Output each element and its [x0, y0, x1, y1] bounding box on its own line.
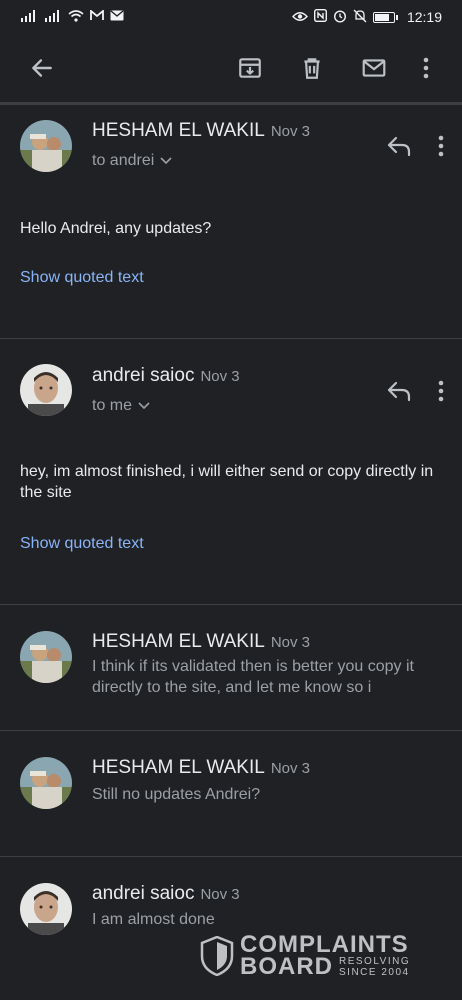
- delete-button[interactable]: [290, 46, 334, 90]
- more-vert-icon: [423, 57, 429, 79]
- message-actions: [386, 379, 446, 403]
- avatar[interactable]: [20, 364, 72, 416]
- archive-icon: [239, 58, 261, 78]
- mute-icon: [353, 9, 367, 26]
- status-left-icons: [20, 9, 124, 25]
- eye-icon: [291, 9, 308, 25]
- sender-name: andrei saioc Nov 3: [92, 883, 240, 905]
- watermark-tag1: RESOLVING: [339, 956, 411, 967]
- gmail-icon: [90, 9, 104, 24]
- recipient-toggle[interactable]: to me: [92, 397, 150, 415]
- sender-name: andrei saioc Nov 3: [92, 365, 240, 387]
- watermark-tag2: SINCE 2004: [339, 967, 410, 978]
- recipient-label: to me: [92, 397, 133, 414]
- nfc-icon: [313, 8, 327, 25]
- clock-time: 12:19: [406, 9, 442, 25]
- message-body: hey, im almost finished, i will either s…: [20, 463, 434, 501]
- archive-button[interactable]: [228, 46, 272, 90]
- sender-name: HESHAM EL WAKIL Nov 3: [92, 631, 310, 653]
- sender-name: HESHAM EL WAKIL Nov 3: [92, 757, 310, 779]
- message-toolbar: [0, 34, 462, 102]
- sender-label: HESHAM EL WAKIL: [92, 757, 265, 778]
- message-snippet: I am almost done: [92, 911, 215, 928]
- show-quoted-text-link[interactable]: Show quoted text: [20, 269, 144, 287]
- sender-name: HESHAM EL WAKIL Nov 3: [92, 120, 310, 142]
- recipient-label: to andrei: [92, 152, 155, 169]
- watermark-tagline: RESOLVING SINCE 2004: [339, 956, 410, 978]
- wifi-icon: [68, 9, 84, 25]
- message-snippet: Still no updates Andrei?: [92, 786, 261, 803]
- watermark-line2: BOARD: [240, 953, 333, 980]
- message-date: Nov 3: [270, 123, 310, 140]
- message-expanded: andrei saioc Nov 3 to me hey, im almost f…: [0, 339, 462, 604]
- more-vert-icon[interactable]: [436, 134, 446, 158]
- alarm-icon: [333, 9, 347, 26]
- sender-label: HESHAM EL WAKIL: [92, 631, 265, 652]
- more-options-button[interactable]: [404, 46, 448, 90]
- complaints-board-watermark: COMPLAINTS BOARD RESOLVING SINCE 2004: [200, 933, 410, 980]
- reply-icon[interactable]: [386, 135, 412, 157]
- more-vert-icon[interactable]: [436, 379, 446, 403]
- toolbar-divider: [0, 102, 462, 105]
- message-actions: [386, 134, 446, 158]
- show-quoted-text-link[interactable]: Show quoted text: [20, 535, 144, 553]
- reply-icon[interactable]: [386, 380, 412, 402]
- avatar[interactable]: [20, 631, 72, 683]
- delete-icon: [304, 58, 320, 79]
- sender-label: andrei saioc: [92, 365, 195, 386]
- back-button[interactable]: [20, 46, 64, 90]
- mark-unread-icon: [362, 59, 386, 77]
- watermark-text: COMPLAINTS BOARD RESOLVING SINCE 2004: [240, 933, 410, 980]
- mail-icon: [110, 10, 124, 24]
- shield-logo-icon: [200, 936, 234, 976]
- battery-icon: [372, 11, 398, 23]
- status-right-icons: 12:19: [291, 8, 442, 26]
- recipient-toggle[interactable]: to andrei: [92, 152, 172, 170]
- avatar[interactable]: [20, 120, 72, 172]
- signal-icon: [20, 9, 38, 25]
- signal-icon: [44, 9, 62, 25]
- message-date: Nov 3: [270, 634, 310, 651]
- message-date: Nov 3: [200, 886, 240, 903]
- status-bar: 12:19: [0, 0, 462, 34]
- avatar[interactable]: [20, 757, 72, 809]
- message-date: Nov 3: [200, 368, 240, 385]
- message-collapsed[interactable]: HESHAM EL WAKIL Nov 3 Still no updates An…: [0, 731, 462, 856]
- message-collapsed[interactable]: HESHAM EL WAKIL Nov 3 I think if its vali…: [0, 605, 462, 730]
- back-arrow-icon: [32, 59, 52, 77]
- sender-label: HESHAM EL WAKIL: [92, 120, 265, 141]
- message-date: Nov 3: [270, 760, 310, 777]
- message-body: Hello Andrei, any updates?: [20, 220, 212, 237]
- chevron-down-icon: [160, 157, 172, 165]
- message-expanded: HESHAM EL WAKIL Nov 3 to andrei Hello And…: [0, 106, 462, 338]
- mark-unread-button[interactable]: [352, 46, 396, 90]
- message-snippet: I think if its validated then is better …: [92, 658, 414, 696]
- watermark-row2: BOARD RESOLVING SINCE 2004: [240, 953, 410, 980]
- sender-label: andrei saioc: [92, 883, 195, 904]
- avatar[interactable]: [20, 883, 72, 935]
- chevron-down-icon: [138, 402, 150, 410]
